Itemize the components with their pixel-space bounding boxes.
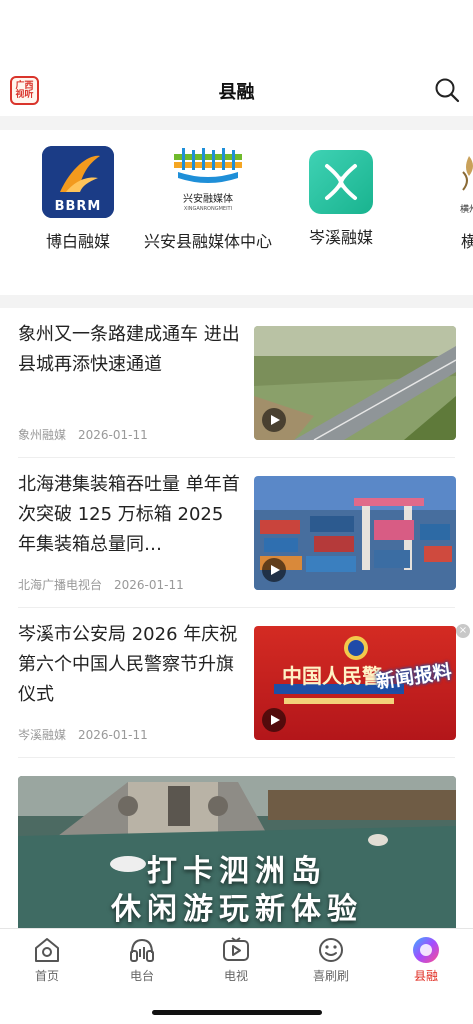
media-outlet-cenxi[interactable]: 岑溪融媒 xyxy=(276,146,406,250)
news-source: 象州融媒 xyxy=(18,428,67,442)
media-outlet-hengzhou[interactable]: 横州 横 xyxy=(404,146,473,254)
top-header: 广西视听 县融 xyxy=(0,70,473,112)
tab-label: 喜刷刷 xyxy=(312,969,349,983)
home-indicator xyxy=(152,1010,322,1015)
news-date: 2026-01-11 xyxy=(78,728,148,742)
home-icon xyxy=(35,938,59,962)
news-item[interactable]: 北海港集装箱吞吐量 单年首次突破 125 万标箱 2025 年集装箱总量同… 北… xyxy=(0,458,473,608)
news-item[interactable]: 岑溪市公安局 2026 年庆祝第六个中国人民警察节升旗仪式 岑溪融媒 2026-0… xyxy=(0,608,473,758)
hengzhou-logo-icon: 横州 xyxy=(433,146,473,218)
search-icon xyxy=(435,78,460,103)
news-title: 岑溪市公安局 2026 年庆祝第六个中国人民警察节升旗仪式 xyxy=(18,624,238,705)
bobai-logo-text: BBRM xyxy=(54,199,102,214)
news-thumbnail[interactable]: 中国人民警 新闻报料 xyxy=(254,626,456,740)
status-bar-area xyxy=(0,0,473,60)
play-icon[interactable] xyxy=(262,708,286,732)
bobai-logo-icon: BBRM xyxy=(42,146,114,218)
news-meta: 北海广播电视台 2026-01-11 xyxy=(18,576,184,593)
media-outlet-bobai[interactable]: BBRM 博白融媒 xyxy=(13,146,143,254)
media-outlet-name: 横 xyxy=(460,232,473,251)
news-source: 岑溪融媒 xyxy=(18,728,67,742)
tab-label: 电台 xyxy=(129,969,154,983)
tab-home[interactable]: 首页 xyxy=(7,935,87,984)
search-button[interactable] xyxy=(433,76,461,104)
list-divider xyxy=(18,757,455,758)
xingan-logo-text: 兴安融媒体 xyxy=(183,194,233,205)
close-icon[interactable]: × xyxy=(456,624,470,638)
county-media-icon xyxy=(413,937,439,963)
news-title: 北海港集装箱吞吐量 单年首次突破 125 万标箱 2025 年集装箱总量同… xyxy=(18,474,240,555)
thumb-headline-text: 中国人民警 xyxy=(282,664,382,688)
media-outlet-name: 兴安县融媒体中心 xyxy=(143,232,272,251)
promo-banner[interactable]: 打卡泗洲岛 休闲游玩新体验 xyxy=(18,776,456,928)
news-thumbnail[interactable] xyxy=(254,326,456,440)
play-icon[interactable] xyxy=(262,558,286,582)
media-outlet-name: 岑溪融媒 xyxy=(308,228,373,247)
smile-icon xyxy=(319,938,343,962)
tv-play-icon xyxy=(223,937,249,961)
media-outlet-row[interactable]: BBRM 博白融媒 兴安融媒体 XINGANRONGMEITI 兴安县融媒体中心 xyxy=(0,130,473,295)
news-meta: 岑溪融媒 2026-01-11 xyxy=(18,726,148,743)
cenxi-logo-icon xyxy=(309,150,373,214)
media-outlet-xingan[interactable]: 兴安融媒体 XINGANRONGMEITI 兴安县融媒体中心 xyxy=(143,146,273,254)
headphones-icon xyxy=(130,938,154,962)
news-meta: 象州融媒 2026-01-11 xyxy=(18,426,148,443)
banner-headline-line2: 休闲游玩新体验 xyxy=(111,892,363,927)
tab-tv[interactable]: 电视 xyxy=(196,935,276,984)
news-source: 北海广播电视台 xyxy=(18,578,103,592)
section-separator xyxy=(0,116,473,130)
media-outlet-name: 博白融媒 xyxy=(45,232,110,251)
news-item[interactable]: 象州又一条路建成通车 进出县城再添快速通道 象州融媒 2026-01-11 xyxy=(0,308,473,458)
tab-label: 电视 xyxy=(223,969,248,983)
news-thumbnail[interactable] xyxy=(254,476,456,590)
section-separator xyxy=(0,295,473,308)
hengzhou-logo-text: 横州 xyxy=(459,205,473,215)
news-date: 2026-01-11 xyxy=(114,578,184,592)
xingan-logo-icon: 兴安融媒体 XINGANRONGMEITI xyxy=(168,146,248,218)
tab-xishuashua[interactable]: 喜刷刷 xyxy=(291,935,371,984)
play-icon[interactable] xyxy=(262,408,286,432)
news-date: 2026-01-11 xyxy=(78,428,148,442)
news-title: 象州又一条路建成通车 进出县城再添快速通道 xyxy=(18,324,240,375)
page-title: 县融 xyxy=(218,82,255,103)
tab-radio[interactable]: 电台 xyxy=(102,935,182,984)
tab-county-media[interactable]: 县融 xyxy=(386,935,466,984)
xingan-logo-subtext: XINGANRONGMEITI xyxy=(183,206,233,212)
tab-label: 首页 xyxy=(34,969,59,983)
tab-label: 县融 xyxy=(413,969,438,983)
